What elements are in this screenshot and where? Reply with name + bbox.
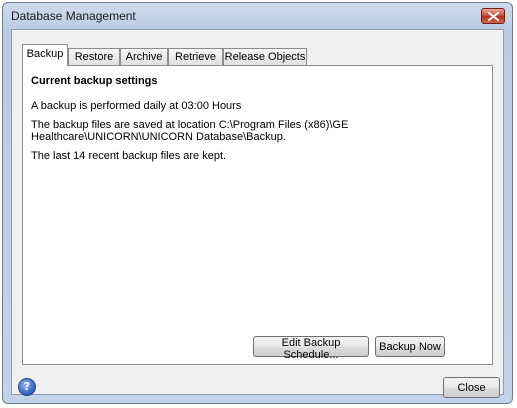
tab-restore[interactable]: Restore (68, 48, 120, 65)
edit-backup-schedule-button[interactable]: Edit Backup Schedule... (253, 336, 369, 361)
title-bar: Database Management (3, 3, 512, 29)
help-button[interactable]: ? (18, 378, 36, 396)
tab-release-objects[interactable]: Release Objects (223, 48, 307, 65)
tab-backup[interactable]: Backup (22, 44, 68, 66)
backup-schedule-text: A backup is performed daily at 03:00 Hou… (31, 100, 242, 112)
close-button[interactable]: Close (443, 377, 500, 398)
dialog-body: Backup Restore Archive Retrieve Release … (11, 29, 504, 398)
window-close-button[interactable] (481, 8, 505, 24)
tab-retrieve[interactable]: Retrieve (168, 48, 223, 65)
tab-archive[interactable]: Archive (120, 48, 168, 65)
close-icon (488, 12, 499, 21)
backup-now-button[interactable]: Backup Now (375, 336, 445, 357)
question-mark-icon: ? (23, 380, 31, 393)
backup-tab-panel: Current backup settings A backup is perf… (22, 65, 493, 365)
backup-location-text: The backup files are saved at location C… (31, 119, 349, 143)
database-management-window: Database Management Backup Restore Archi… (2, 2, 513, 404)
window-title: Database Management (11, 9, 136, 23)
section-heading: Current backup settings (31, 75, 158, 87)
backup-retention-text: The last 14 recent backup files are kept… (31, 150, 227, 162)
